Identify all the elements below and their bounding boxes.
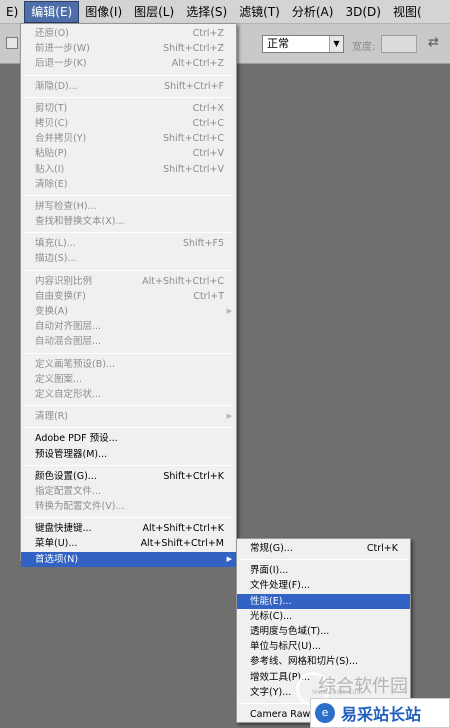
mode-select-value: 正常 (267, 37, 289, 50)
menu-bar: E) 编辑(E) 图像(I) 图层(L) 选择(S) 滤镜(T) 分析(A) 3… (0, 0, 450, 24)
menu-item-fill[interactable]: 填充(L)... Shift+F5 (21, 236, 236, 251)
menu-item-copy[interactable]: 拷贝(C) Ctrl+C (21, 116, 236, 131)
menu-item-step-backward[interactable]: 后退一步(K) Alt+Ctrl+Z (21, 56, 236, 71)
menu-item-preferences[interactable]: 首选项(N) (21, 551, 236, 567)
watermark-badge: e 易采站长站 (310, 698, 450, 728)
menu-prev-partial[interactable]: E) (0, 1, 24, 23)
menu-item-keyboard-shortcuts[interactable]: 键盘快捷键... Alt+Shift+Ctrl+K (21, 521, 236, 536)
menu-item-define-pattern[interactable]: 定义图案... (21, 372, 236, 387)
menu-item-transform[interactable]: 变换(A) (21, 304, 236, 319)
menu-item-preset-manager[interactable]: 预设管理器(M)... (21, 447, 236, 462)
menu-filter[interactable]: 滤镜(T) (233, 1, 286, 23)
menu-item-auto-align-layers[interactable]: 自动对齐图层... (21, 319, 236, 334)
menu-separator (24, 352, 233, 354)
menu-item-define-brush-preset[interactable]: 定义画笔预设(B)... (21, 357, 236, 372)
width-input[interactable] (381, 35, 417, 53)
menu-select[interactable]: 选择(S) (180, 1, 233, 23)
menu-item-clear[interactable]: 清除(E) (21, 177, 236, 192)
pref-item-guides-grid-slices[interactable]: 参考线、网格和切片(S)... (237, 654, 410, 669)
menu-separator (24, 464, 233, 466)
mode-select[interactable]: 正常 ▼ (262, 35, 344, 53)
badge-text: 易采站长站 (341, 705, 422, 724)
menu-separator (24, 74, 233, 76)
menu-separator (24, 269, 233, 271)
menu-item-paste[interactable]: 粘贴(P) Ctrl+V (21, 146, 236, 161)
menu-item-menus[interactable]: 菜单(U)... Alt+Shift+Ctrl+M (21, 536, 236, 551)
menu-item-fade[interactable]: 渐隐(D)... Shift+Ctrl+F (21, 79, 236, 94)
badge-logo-icon: e (315, 703, 335, 723)
menu-item-paste-into[interactable]: 贴入(I) Shift+Ctrl+V (21, 162, 236, 177)
menu-3d[interactable]: 3D(D) (339, 1, 386, 23)
menu-item-check-spelling[interactable]: 拼写检查(H)... (21, 199, 236, 214)
menu-item-free-transform[interactable]: 自由变换(F) Ctrl+T (21, 289, 236, 304)
menu-separator (24, 232, 233, 234)
menu-item-copy-merged[interactable]: 合并拷贝(Y) Shift+Ctrl+C (21, 131, 236, 146)
menu-image[interactable]: 图像(I) (79, 1, 128, 23)
menu-separator (24, 96, 233, 98)
edit-menu: 还原(O) Ctrl+Z 前进一步(W) Shift+Ctrl+Z 后退一步(K) A… (20, 23, 237, 567)
menu-separator (24, 405, 233, 407)
pref-item-file-handling[interactable]: 文件处理(F)... (237, 578, 410, 593)
menu-item-cut[interactable]: 剪切(T) Ctrl+X (21, 101, 236, 116)
tool-preset-icon[interactable] (6, 37, 18, 49)
menu-item-convert-to-profile[interactable]: 转换为配置文件(V)... (21, 499, 236, 514)
menu-item-stroke[interactable]: 描边(S)... (21, 251, 236, 266)
swap-icon[interactable]: ⇄ (428, 35, 439, 50)
chevron-down-icon: ▼ (329, 36, 343, 52)
menu-separator (24, 517, 233, 519)
menu-item-find-replace[interactable]: 查找和替换文本(X)... (21, 214, 236, 229)
pref-item-cursors[interactable]: 光标(C)... (237, 609, 410, 624)
pref-item-units-rulers[interactable]: 单位与标尺(U)... (237, 639, 410, 654)
menu-separator (24, 427, 233, 429)
menu-item-assign-profile[interactable]: 指定配置文件... (21, 484, 236, 499)
pref-item-transparency-gamut[interactable]: 透明度与色域(T)... (237, 624, 410, 639)
pref-item-general[interactable]: 常规(G)... Ctrl+K (237, 541, 410, 556)
menu-view[interactable]: 视图( (387, 1, 428, 23)
menu-item-adobe-pdf-presets[interactable]: Adobe PDF 预设... (21, 431, 236, 446)
width-label: 宽度: (352, 42, 376, 53)
watermark-url: Www.Easck.Com (312, 689, 363, 696)
menu-item-content-aware-scale[interactable]: 内容识别比例 Alt+Shift+Ctrl+C (21, 274, 236, 289)
menu-item-auto-blend-layers[interactable]: 自动混合图层... (21, 334, 236, 349)
menu-edit[interactable]: 编辑(E) (24, 0, 80, 23)
menu-separator (239, 559, 408, 561)
menu-item-step-forward[interactable]: 前进一步(W) Shift+Ctrl+Z (21, 41, 236, 56)
menu-item-color-settings[interactable]: 颜色设置(G)... Shift+Ctrl+K (21, 469, 236, 484)
menu-layer[interactable]: 图层(L) (128, 1, 180, 23)
menu-separator (24, 194, 233, 196)
menu-item-purge[interactable]: 清理(R) (21, 409, 236, 424)
menu-item-undo[interactable]: 还原(O) Ctrl+Z (21, 26, 236, 41)
pref-item-performance[interactable]: 性能(E)... (237, 593, 410, 609)
menu-item-define-custom-shape[interactable]: 定义自定形状... (21, 387, 236, 402)
pref-item-interface[interactable]: 界面(I)... (237, 563, 410, 578)
menu-analysis[interactable]: 分析(A) (286, 1, 340, 23)
